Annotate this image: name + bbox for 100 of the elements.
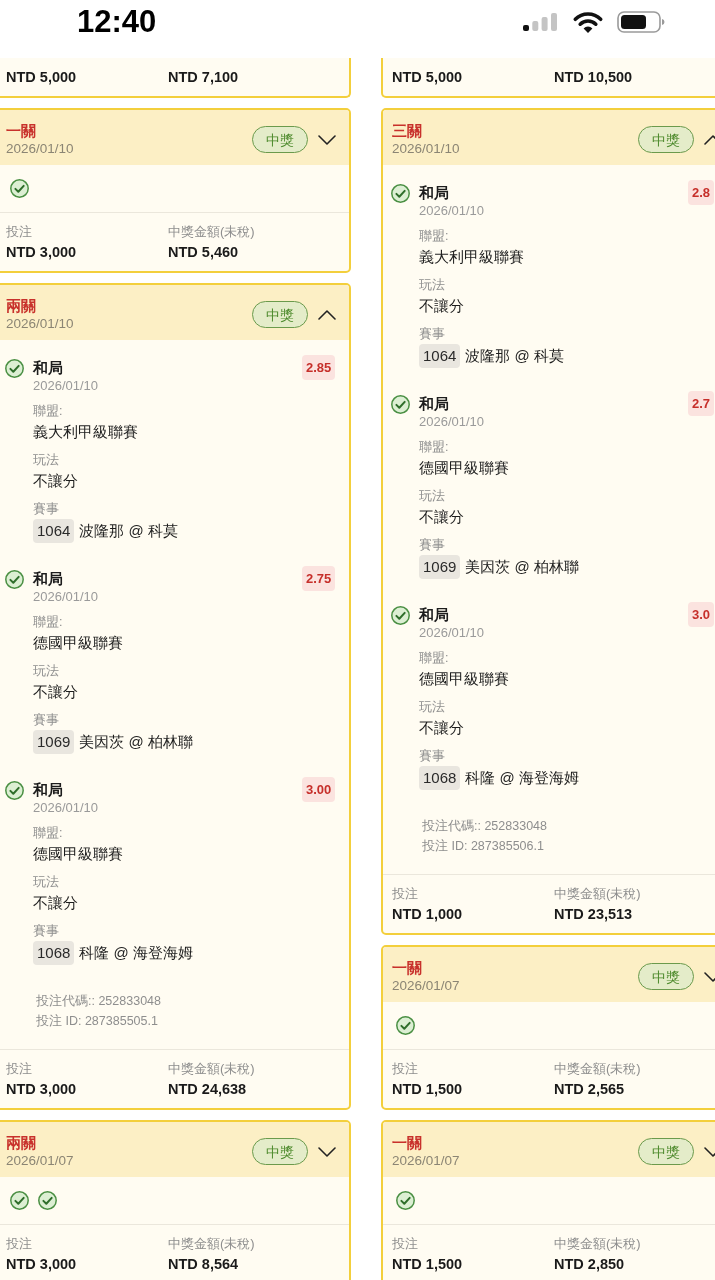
event-label: 賽事 [33, 712, 59, 729]
wifi-icon [572, 10, 604, 34]
status-badge: 中獎 [638, 963, 694, 990]
payout-label: 中獎金額(未稅) [554, 1235, 641, 1253]
bet-code-text: 投注代碼:: 252833048 [422, 818, 547, 835]
leg-date: 2026/01/10 [419, 625, 485, 641]
payout-amount: NTD 24,638 [168, 1080, 247, 1099]
bet-type-title: 一關 [392, 959, 422, 977]
stake-label: 投注 [392, 1060, 418, 1078]
leg-date: 2026/01/10 [33, 800, 99, 816]
event-code-tag: 1068 [33, 941, 75, 965]
payout-amount: NTD 2,850 [554, 1255, 625, 1274]
status-badge: 中獎 [252, 126, 308, 153]
bet-type-title: 兩關 [6, 297, 36, 315]
chevron-down-icon[interactable] [318, 134, 336, 145]
payout-amount: NTD 8,564 [168, 1255, 239, 1274]
stake-label: 投注 [6, 1235, 32, 1253]
odds-tag: 2.85 [302, 355, 336, 380]
event-code-tag: 1069 [419, 555, 461, 579]
event-code-tag: 1069 [33, 730, 75, 754]
leg-date: 2026/01/10 [419, 414, 485, 430]
market-label: 玩法 [33, 452, 59, 469]
odds-tag: 2.8 [688, 180, 715, 205]
odds-tag: 3.0 [688, 602, 715, 627]
event-label: 賽事 [33, 923, 59, 940]
odds-tag: 3.00 [302, 777, 336, 802]
payout-amount: NTD 10,500 [554, 68, 633, 87]
league-label: 聯盟: [33, 825, 63, 842]
market-name: 不讓分 [33, 682, 78, 702]
leg-selection: 和局 [419, 394, 449, 414]
stake-amount: NTD 5,000 [392, 68, 463, 87]
leg-selection: 和局 [33, 358, 63, 378]
league-name: 德國甲級聯賽 [419, 669, 509, 689]
market-name: 不讓分 [419, 507, 464, 527]
market-name: 不讓分 [419, 718, 464, 738]
card-header[interactable]: 一關 2026/01/07 中獎 [383, 1122, 715, 1177]
event-label: 賽事 [419, 326, 445, 343]
event-label: 賽事 [33, 501, 59, 518]
status-badge: 中獎 [252, 1138, 308, 1165]
stake-amount: NTD 3,000 [6, 1255, 77, 1274]
event-code-tag: 1064 [419, 344, 461, 368]
stake-label: 投注 [392, 885, 418, 903]
odds-tag: 2.75 [302, 566, 336, 591]
market-name: 不讓分 [33, 471, 78, 491]
bet-type-title: 一關 [392, 1134, 422, 1152]
stake-amount: NTD 5,000 [6, 68, 77, 87]
stake-amount: NTD 1,500 [392, 1080, 463, 1099]
card-header[interactable]: 一關 2026/01/07 中獎 [383, 947, 715, 1002]
signal-icon [523, 13, 557, 31]
card-header[interactable]: 兩關 2026/01/10 中獎 [0, 285, 349, 340]
leg-date: 2026/01/10 [419, 203, 485, 219]
bet-date: 2026/01/07 [6, 1152, 74, 1169]
league-name: 德國甲級聯賽 [33, 844, 123, 864]
bet-id-text: 投注 ID: 287385505.1 [36, 1013, 158, 1030]
payout-amount: NTD 7,100 [168, 68, 239, 87]
stake-amount: NTD 3,000 [6, 243, 77, 262]
payout-label: 中獎金額(未稅) [168, 223, 255, 241]
stake-amount: NTD 1,000 [392, 905, 463, 924]
market-label: 玩法 [33, 663, 59, 680]
chevron-down-icon[interactable] [318, 1146, 336, 1157]
payout-amount: NTD 5,460 [168, 243, 239, 262]
league-name: 德國甲級聯賽 [419, 458, 509, 478]
event-code-tag: 1064 [33, 519, 75, 543]
bet-date: 2026/01/10 [6, 140, 74, 157]
league-name: 德國甲級聯賽 [33, 633, 123, 653]
payout-amount: NTD 23,513 [554, 905, 633, 924]
leg-selection: 和局 [419, 183, 449, 203]
card-header[interactable]: 兩關 2026/01/07 中獎 [0, 1122, 349, 1177]
bet-type-title: 兩關 [6, 1134, 36, 1152]
payout-label: 中獎金額(未稅) [554, 1060, 641, 1078]
card-header[interactable]: 三關 2026/01/10 中獎 [383, 110, 715, 165]
bet-code-text: 投注代碼:: 252833048 [36, 993, 161, 1010]
bet-date: 2026/01/07 [392, 977, 460, 994]
payout-label: 中獎金額(未稅) [168, 1235, 255, 1253]
event-code-tag: 1068 [419, 766, 461, 790]
league-label: 聯盟: [33, 403, 63, 420]
bet-date: 2026/01/10 [392, 140, 460, 157]
league-name: 義大利甲級聯賽 [33, 422, 138, 442]
bet-id-text: 投注 ID: 287385506.1 [422, 838, 544, 855]
payout-label: 中獎金額(未稅) [554, 885, 641, 903]
stake-label: 投注 [392, 1235, 418, 1253]
battery-icon [617, 11, 665, 33]
event-name: 波隆那 @ 科莫 [465, 346, 564, 366]
market-label: 玩法 [33, 874, 59, 891]
league-label: 聯盟: [419, 650, 449, 667]
card-header[interactable]: 一關 2026/01/10 中獎 [0, 110, 349, 165]
bet-type-title: 三關 [392, 122, 422, 140]
league-label: 聯盟: [33, 614, 63, 631]
chevron-up-icon[interactable] [318, 309, 336, 320]
market-label: 玩法 [419, 277, 445, 294]
bet-date: 2026/01/10 [6, 315, 74, 332]
market-label: 玩法 [419, 699, 445, 716]
stake-label: 投注 [6, 223, 32, 241]
odds-tag: 2.7 [688, 391, 715, 416]
event-label: 賽事 [419, 537, 445, 554]
event-name: 科隆 @ 海登海姆 [465, 768, 579, 788]
event-label: 賽事 [419, 748, 445, 765]
event-name: 波隆那 @ 科莫 [79, 521, 178, 541]
league-label: 聯盟: [419, 228, 449, 245]
status-badge: 中獎 [252, 301, 308, 328]
